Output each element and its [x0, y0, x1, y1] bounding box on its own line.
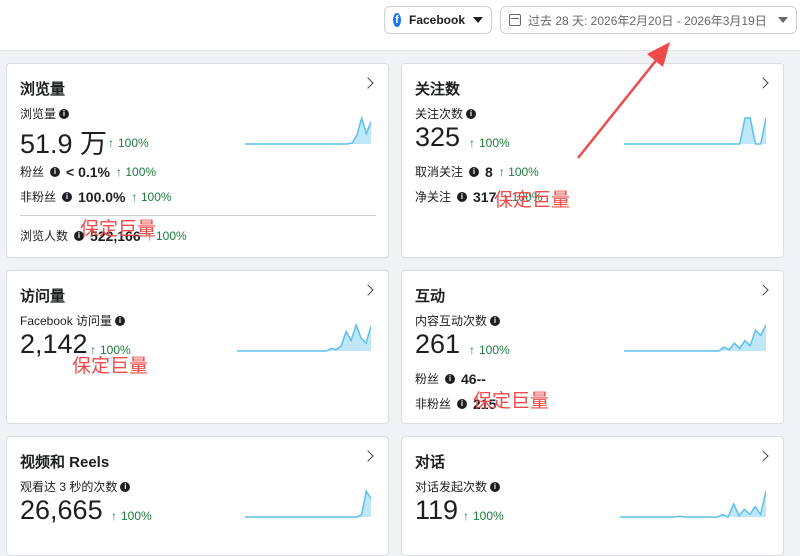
annotation-arrow-line [577, 57, 659, 159]
annotation-arrow-head [647, 42, 670, 67]
annotation-arrow [577, 42, 670, 159]
